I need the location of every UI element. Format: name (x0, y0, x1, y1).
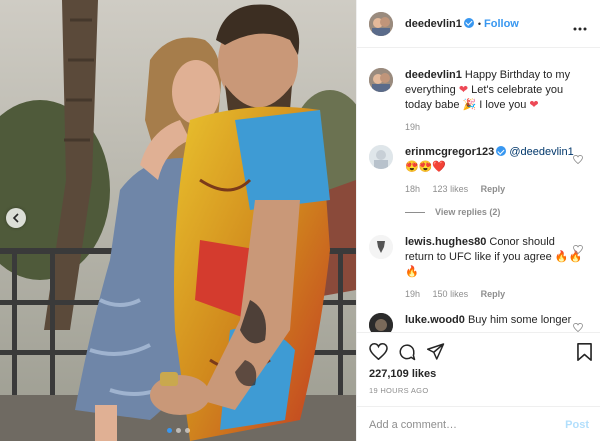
heart-outline-icon (573, 322, 583, 332)
comment-button[interactable] (398, 343, 416, 366)
comment-like-button[interactable] (573, 151, 583, 169)
comment-body: luke.wood0 Buy him some longer (405, 313, 583, 332)
avatar[interactable] (369, 68, 393, 92)
separator: • (477, 18, 482, 29)
profile-photo (369, 313, 393, 332)
avatar[interactable] (369, 313, 393, 332)
comment-body: erinmcgregor123 @deedevlin1 😍😍❤️ 18h 123… (405, 145, 583, 197)
verified-badge-icon (496, 146, 507, 156)
comment-time[interactable]: 19h (405, 289, 420, 299)
view-replies-label: View replies (2) (435, 207, 501, 217)
comment-username[interactable]: luke.wood0 (405, 314, 465, 326)
post-sidebar: deedevlin1 • Follow deedevlin1 Happy Bir… (356, 0, 600, 441)
comment-input[interactable] (369, 416, 549, 434)
red-heart-emoji: ❤ (458, 84, 469, 96)
share-button[interactable] (427, 343, 445, 365)
likes-count[interactable]: 227,109 likes (369, 368, 436, 380)
username-link[interactable]: deedevlin1 (405, 18, 462, 30)
carousel-dot (175, 428, 181, 433)
carousel-dot (184, 428, 190, 433)
post-timestamp[interactable]: 19 HOURS AGO (369, 386, 428, 395)
comment: lewis.hughes80 Conor should return to UF… (369, 235, 591, 302)
post-comment-button[interactable]: Post (565, 419, 589, 431)
heart-outline-icon (573, 244, 583, 255)
profile-photo (369, 68, 393, 92)
caption-time[interactable]: 19h (405, 122, 420, 132)
post-actions: 227,109 likes 19 HOURS AGO Post (357, 332, 600, 441)
bookmark-icon (577, 343, 592, 361)
avatar[interactable] (369, 235, 393, 259)
comment-icon (399, 344, 416, 361)
comment-time[interactable]: 18h (405, 184, 420, 194)
comment-text: 😍😍❤️ (405, 161, 447, 173)
comment: luke.wood0 Buy him some longer (369, 313, 591, 332)
profile-photo (369, 145, 393, 169)
caption-body: deedevlin1 Happy Birthday to my everythi… (405, 68, 583, 135)
caption-meta: 19h (405, 120, 583, 135)
heart-outline-icon (573, 154, 583, 165)
comment-like-button[interactable] (573, 319, 583, 332)
caption-username[interactable]: deedevlin1 (405, 69, 462, 81)
couple-photo (0, 0, 356, 441)
comment-username[interactable]: erinmcgregor123 (405, 146, 494, 158)
comment: erinmcgregor123 @deedevlin1 😍😍❤️ 18h 123… (369, 145, 591, 197)
save-button[interactable] (577, 343, 592, 366)
caption-text-3: I love you (476, 99, 530, 111)
more-options-button[interactable] (573, 18, 587, 36)
caption: deedevlin1 Happy Birthday to my everythi… (369, 68, 591, 135)
share-icon (427, 343, 445, 360)
post-photo[interactable] (0, 0, 356, 441)
post-header: deedevlin1 • Follow (357, 0, 600, 48)
add-comment-bar: Post (357, 406, 600, 441)
carousel-dot (166, 428, 172, 433)
view-replies-button[interactable]: View replies (2) (405, 207, 500, 217)
carousel-indicator (0, 428, 356, 433)
comment-username[interactable]: lewis.hughes80 (405, 236, 486, 248)
comments-list[interactable]: deedevlin1 Happy Birthday to my everythi… (357, 48, 600, 332)
more-horizontal-icon (573, 27, 587, 31)
profile-photo (369, 11, 393, 36)
comment-text: Buy him some longer (467, 314, 572, 326)
previous-photo-button[interactable] (6, 208, 26, 228)
comment-body: lewis.hughes80 Conor should return to UF… (405, 235, 583, 302)
party-popper-emoji: 🎉 (462, 99, 477, 111)
like-button[interactable] (369, 342, 388, 365)
avatar[interactable] (369, 145, 393, 169)
red-heart-emoji: ❤ (529, 99, 539, 111)
follow-button[interactable]: Follow (484, 18, 519, 30)
comment-like-button[interactable] (573, 241, 583, 259)
avatar[interactable] (369, 11, 393, 36)
divider (405, 211, 425, 213)
post-author-username[interactable]: deedevlin1 (405, 17, 474, 30)
heart-icon (369, 342, 388, 361)
verified-badge-icon (463, 17, 474, 28)
profile-photo (369, 235, 393, 259)
chevron-left-icon (12, 213, 19, 223)
comment-meta: 18h 123 likes Reply (405, 182, 583, 197)
comment-likes[interactable]: 150 likes (433, 289, 469, 299)
reply-button[interactable]: Reply (481, 289, 506, 299)
comment-mention[interactable]: @deedevlin1 (509, 146, 573, 158)
reply-button[interactable]: Reply (481, 184, 506, 194)
comment-likes[interactable]: 123 likes (433, 184, 469, 194)
comment-meta: 19h 150 likes Reply (405, 287, 583, 302)
